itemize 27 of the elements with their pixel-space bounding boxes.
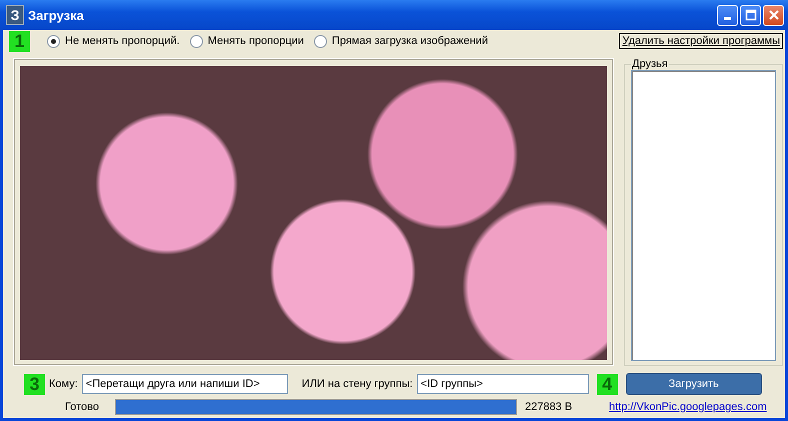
- recipient-label: Кому:: [49, 378, 78, 390]
- minimize-button[interactable]: [717, 4, 738, 26]
- window-title: Загрузка: [28, 8, 85, 22]
- upload-button[interactable]: Загрузить: [626, 373, 762, 395]
- maximize-icon: [744, 9, 756, 21]
- radio-button[interactable]: [314, 34, 327, 48]
- close-icon: [768, 9, 780, 21]
- radio-option[interactable]: Менять пропорции: [190, 34, 304, 48]
- group-field[interactable]: <ID группы>: [416, 374, 589, 394]
- radio-option[interactable]: Не менять пропорций.: [47, 34, 180, 48]
- recipient-field[interactable]: <Перетащи друга или напиши ID>: [82, 374, 288, 394]
- close-button[interactable]: [763, 4, 784, 26]
- step-marker: 3: [24, 374, 45, 394]
- radio-option[interactable]: Прямая загрузка изображений: [314, 34, 488, 48]
- website-link[interactable]: http://VkonPic.googlepages.com: [608, 401, 767, 413]
- reset-settings-button[interactable]: Удалить настройки программы: [619, 33, 783, 49]
- group-title: Друзья: [631, 58, 669, 70]
- app-icon: З: [6, 5, 24, 25]
- step-marker: 1: [9, 30, 30, 52]
- step-marker: 4: [596, 374, 618, 394]
- radio-button[interactable]: [190, 34, 203, 48]
- file-size: 227883 B: [524, 401, 574, 413]
- group-label: ИЛИ на стену группы:: [302, 378, 413, 390]
- minimize-icon: [724, 17, 731, 20]
- status-text: Готово: [65, 401, 99, 413]
- maximize-button[interactable]: [740, 4, 761, 26]
- radio-button[interactable]: [47, 34, 60, 48]
